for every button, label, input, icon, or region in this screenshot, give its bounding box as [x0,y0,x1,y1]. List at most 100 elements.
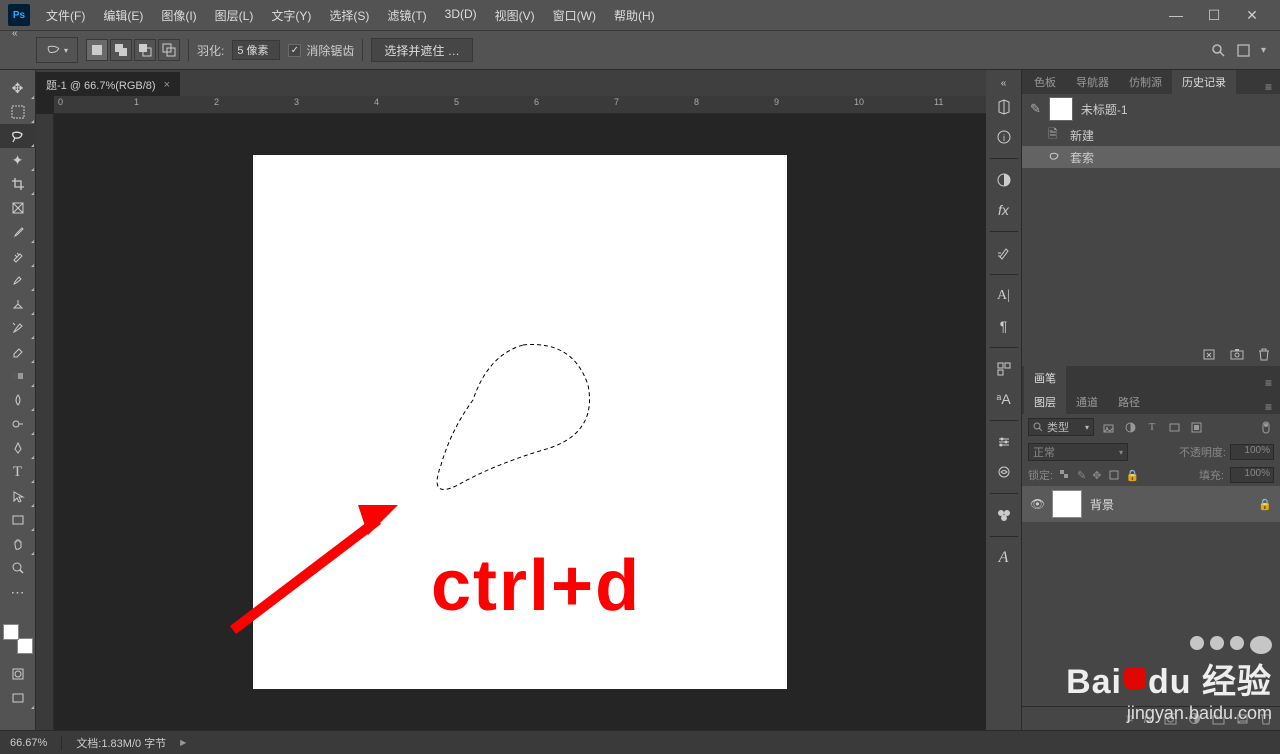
move-tool[interactable]: ✥ [0,76,36,100]
document-tab[interactable]: 题-1 @ 66.7%(RGB/8) × [36,72,180,96]
lasso-tool[interactable] [0,124,36,148]
create-document-icon[interactable] [1202,348,1216,361]
sel-new-button[interactable] [86,39,108,61]
search-icon[interactable] [1211,43,1226,58]
clone-stamp-tool[interactable] [0,292,36,316]
doc-size-label[interactable]: 文档:1.83M/0 字节 [76,735,166,751]
paragraph-icon[interactable]: ¶ [986,313,1022,339]
character-icon[interactable]: A| [986,283,1022,309]
layer-mask-icon[interactable] [1164,713,1177,725]
crop-tool[interactable] [0,172,36,196]
panel-menu-icon[interactable]: ≡ [1257,400,1280,414]
path-selection-tool[interactable] [0,484,36,508]
marquee-tool[interactable] [0,100,36,124]
menu-layer[interactable]: 图层(L) [207,3,262,28]
status-menu-icon[interactable]: ▶ [180,738,186,747]
opacity-input[interactable]: 100% [1230,444,1274,460]
zoom-tool[interactable] [0,556,36,580]
menu-filter[interactable]: 滤镜(T) [379,3,434,28]
adjustments-icon[interactable] [986,167,1022,193]
history-item-lasso[interactable]: 套索 [1022,146,1280,168]
lock-all-icon[interactable]: 🔒 [1126,469,1140,482]
tab-paths[interactable]: 路径 [1108,390,1150,414]
tab-channels[interactable]: 通道 [1066,390,1108,414]
adjustment-layer-icon[interactable] [1188,712,1201,725]
history-brush-tool[interactable] [0,316,36,340]
visibility-icon[interactable]: 👁 [1030,497,1044,511]
dodge-tool[interactable] [0,412,36,436]
glyphs-icon[interactable] [986,356,1022,382]
maximize-button[interactable]: ☐ [1200,7,1228,24]
brush-settings-icon[interactable] [986,240,1022,266]
link-layers-icon[interactable]: ⌑ [1126,712,1132,726]
antialias-checkbox[interactable]: ✓ 消除锯齿 [288,42,354,59]
menu-window[interactable]: 窗口(W) [545,3,604,28]
properties-icon[interactable] [986,429,1022,455]
lock-paint-icon[interactable]: ✎ [1077,469,1086,482]
delete-layer-icon[interactable] [1260,712,1272,725]
foreground-color[interactable] [3,624,19,640]
type-icon[interactable]: A [986,545,1022,571]
healing-brush-tool[interactable] [0,244,36,268]
fill-input[interactable]: 100% [1230,467,1274,483]
magic-wand-tool[interactable]: ✦ [0,148,36,172]
filter-toggle-icon[interactable] [1258,419,1274,435]
drag-handle-icon[interactable]: « [12,28,18,39]
layer-row-background[interactable]: 👁 背景 🔒 [1022,486,1280,522]
filter-type-icon[interactable]: T [1144,419,1160,435]
menu-3d[interactable]: 3D(D) [437,3,485,28]
menu-file[interactable]: 文件(F) [38,3,93,28]
info-icon[interactable]: i [986,124,1022,150]
tab-history[interactable]: 历史记录 [1172,70,1236,94]
collapse-panels-icon[interactable]: « [986,76,1022,90]
lock-position-icon[interactable]: ✥ [1092,469,1101,482]
workspace-switcher[interactable]: ▾ [1261,45,1266,56]
brush-tool[interactable] [0,268,36,292]
background-color[interactable] [17,638,33,654]
menu-edit[interactable]: 编辑(E) [95,3,151,28]
canvas[interactable]: ctrl+d [253,155,787,689]
styles-icon[interactable]: fx [986,197,1022,223]
blend-mode-dropdown[interactable]: 正常 ▾ [1028,443,1128,461]
edit-toolbar[interactable]: ⋯ [0,580,36,604]
menu-view[interactable]: 视图(V) [487,3,543,28]
learn-icon[interactable] [986,459,1022,485]
tab-brush[interactable]: 画笔 [1024,366,1066,390]
lock-artboard-icon[interactable] [1108,469,1120,481]
tab-layers[interactable]: 图层 [1024,390,1066,414]
filter-type-dropdown[interactable]: 类型 ▾ [1028,418,1094,436]
tool-preset-dropdown[interactable]: ▾ [36,37,78,63]
menu-select[interactable]: 选择(S) [321,3,377,28]
layer-fx-icon[interactable]: fx [1144,712,1153,726]
select-and-mask-button[interactable]: 选择并遮住 … [371,38,472,62]
tab-navigator[interactable]: 导航器 [1066,70,1119,94]
feather-input[interactable] [232,40,280,60]
libraries-icon[interactable] [986,94,1022,120]
filter-smart-icon[interactable] [1188,419,1204,435]
menu-image[interactable]: 图像(I) [153,3,204,28]
zoom-level[interactable]: 66.67% [10,737,47,749]
quick-mask-button[interactable] [0,662,36,686]
sel-subtract-button[interactable] [134,39,156,61]
new-layer-icon[interactable] [1236,713,1249,725]
hand-tool[interactable] [0,532,36,556]
share-icon[interactable] [1236,43,1251,58]
group-icon[interactable] [1212,713,1225,725]
panel-menu-icon[interactable]: ≡ [1257,80,1280,94]
gradient-tool[interactable] [0,364,36,388]
panel-menu-icon[interactable]: ≡ [1257,376,1280,390]
menu-help[interactable]: 帮助(H) [606,3,663,28]
char-styles-icon[interactable]: aA [986,386,1022,412]
tab-swatches[interactable]: 色板 [1024,70,1066,94]
tab-clone-source[interactable]: 仿制源 [1119,70,1172,94]
color-swatches[interactable] [3,624,33,654]
snapshot-icon[interactable] [1230,348,1244,360]
close-tab-icon[interactable]: × [164,79,170,91]
close-button[interactable]: ✕ [1238,7,1266,24]
eyedropper-tool[interactable] [0,220,36,244]
rectangle-tool[interactable] [0,508,36,532]
frame-tool[interactable] [0,196,36,220]
history-snapshot-row[interactable]: ✎ 未标题-1 [1022,94,1280,124]
filter-pixel-icon[interactable] [1100,419,1116,435]
filter-adjustment-icon[interactable] [1122,419,1138,435]
